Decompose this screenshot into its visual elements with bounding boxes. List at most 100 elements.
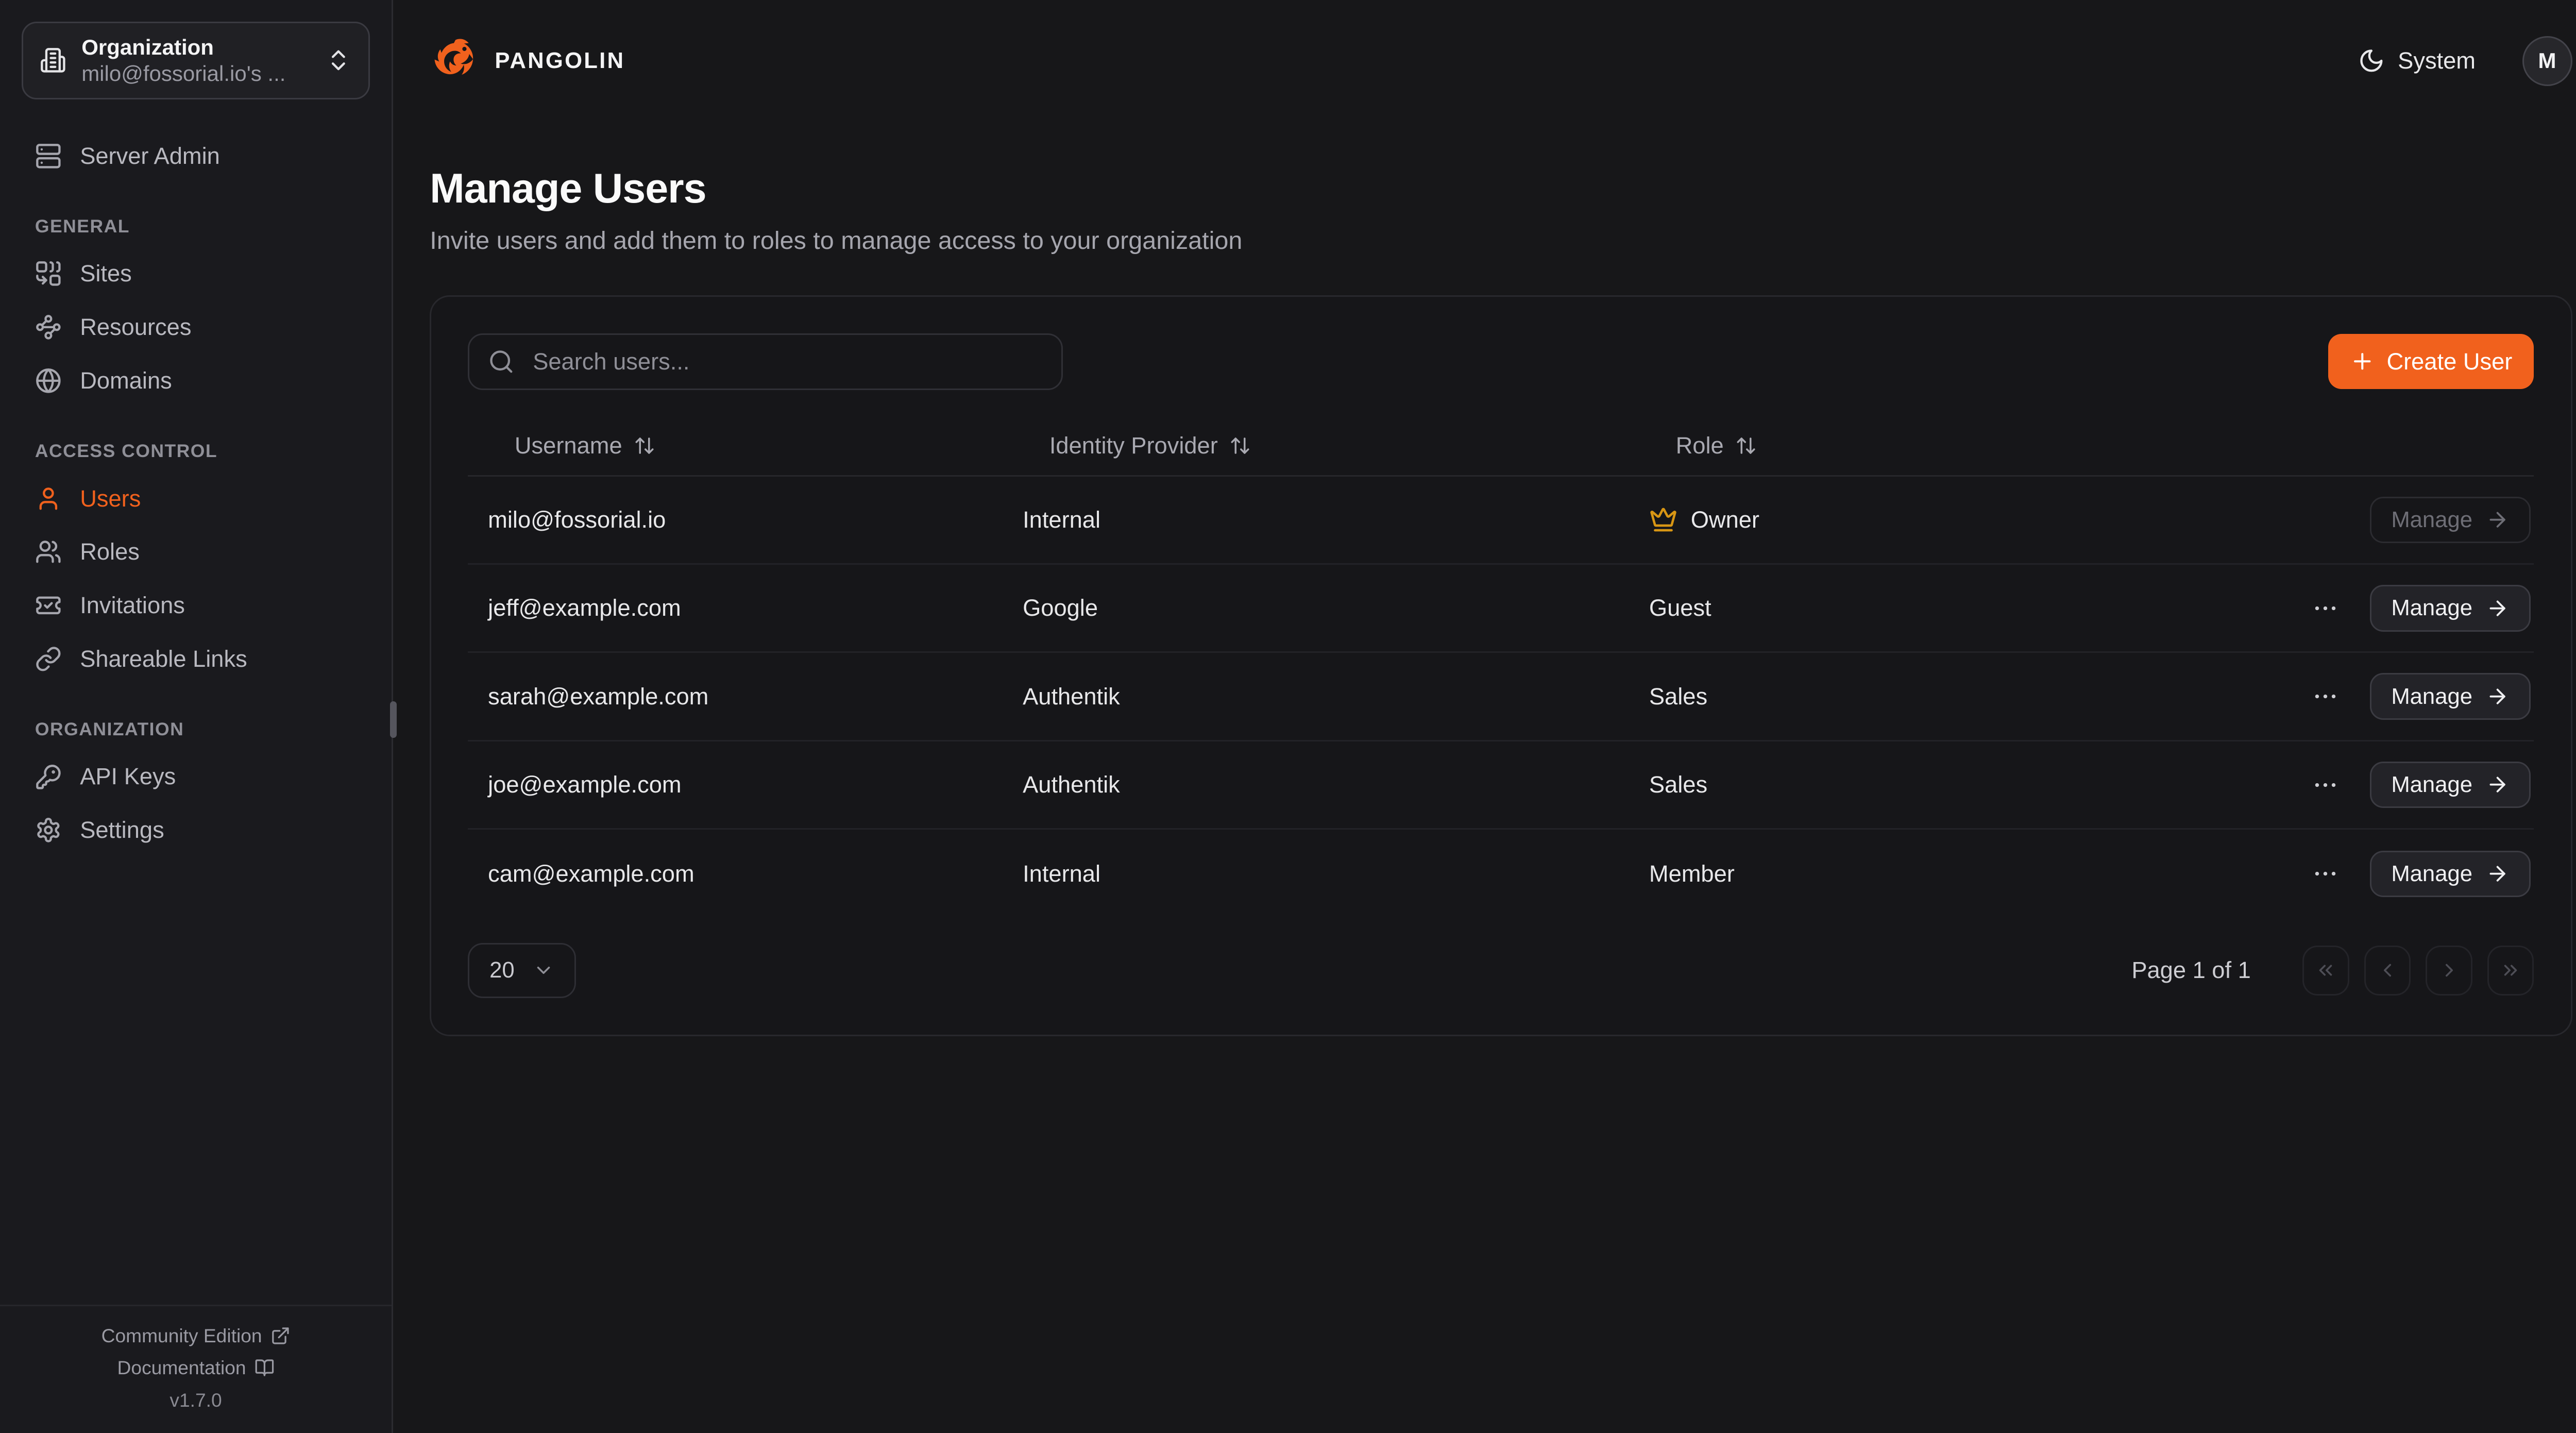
table-footer: 20 Page 1 of 1: [468, 943, 2534, 998]
row-actions: Manage: [2284, 851, 2534, 898]
globe-icon: [35, 367, 62, 394]
moon-icon: [2358, 47, 2385, 74]
cell-role: Sales: [1629, 683, 2284, 710]
pangolin-logo-icon: [430, 36, 480, 86]
key-round-icon: [35, 764, 62, 790]
sidebar: Organization milo@fossorial.io's ... Ser…: [0, 0, 393, 1433]
chevrons-left-icon: [2315, 959, 2336, 981]
chevron-left-icon: [2377, 959, 2398, 981]
chevrons-up-down-icon: [325, 47, 352, 74]
row-actions: Manage: [2284, 497, 2534, 544]
sidebar-item-sites[interactable]: Sites: [22, 247, 370, 300]
sidebar-item-label: Domains: [80, 367, 172, 394]
theme-label: System: [2398, 47, 2476, 74]
table-header-row: Username Identity Provider: [468, 416, 2534, 476]
first-page-button[interactable]: [2302, 946, 2349, 996]
sidebar-nav: Server Admin GENERAL Sites: [22, 129, 370, 857]
version-label: v1.7.0: [170, 1389, 222, 1411]
manage-button[interactable]: Manage: [2370, 762, 2531, 808]
next-page-button[interactable]: [2426, 946, 2472, 996]
cell-username: sarah@example.com: [468, 683, 1003, 710]
sidebar-item-users[interactable]: Users: [22, 472, 370, 526]
search-box: [468, 333, 1062, 390]
sidebar-item-label: API Keys: [80, 763, 176, 790]
sidebar-item-label: Shareable Links: [80, 646, 247, 672]
arrow-up-down-icon: [634, 435, 655, 457]
sidebar-item-label: Users: [80, 485, 141, 512]
row-actions: Manage: [2284, 762, 2534, 808]
sidebar-item-label: Server Admin: [80, 143, 220, 170]
row-menu-button[interactable]: [2311, 594, 2340, 622]
combine-icon: [35, 260, 62, 287]
book-open-icon: [255, 1358, 275, 1378]
page-subtitle: Invite users and add them to roles to ma…: [430, 226, 2572, 255]
sidebar-item-resources[interactable]: Resources: [22, 300, 370, 354]
ticket-check-icon: [35, 592, 62, 619]
sidebar-resize-handle[interactable]: [390, 701, 397, 738]
ellipsis-icon: [2311, 859, 2340, 888]
sidebar-item-roles[interactable]: Roles: [22, 525, 370, 579]
sidebar-item-domains[interactable]: Domains: [22, 354, 370, 408]
row-actions: Manage: [2284, 673, 2534, 720]
plus-icon: [2350, 349, 2375, 374]
page-info: Page 1 of 1: [2131, 957, 2250, 984]
brand: PANGOLIN: [430, 36, 625, 86]
row-actions: Manage: [2284, 585, 2534, 632]
sidebar-item-server-admin[interactable]: Server Admin: [22, 129, 370, 183]
column-header-identity-provider[interactable]: Identity Provider: [1003, 432, 1629, 459]
card-toolbar: Create User: [468, 333, 2534, 390]
table-row: sarah@example.com Authentik Sales: [468, 653, 2534, 741]
cell-identity-provider: Authentik: [1003, 771, 1629, 798]
users-icon: [35, 538, 62, 565]
last-page-button[interactable]: [2487, 946, 2534, 996]
sidebar-item-label: Invitations: [80, 592, 185, 619]
sidebar-section-organization: ORGANIZATION: [22, 719, 370, 740]
column-header-username[interactable]: Username: [468, 432, 1003, 459]
cell-username: milo@fossorial.io: [468, 507, 1003, 533]
community-edition-link[interactable]: Community Edition: [101, 1325, 291, 1347]
page-size-select[interactable]: 20: [468, 943, 576, 998]
manage-button: Manage: [2370, 497, 2531, 544]
crown-icon: [1649, 505, 1677, 534]
create-user-button[interactable]: Create User: [2328, 334, 2534, 389]
sidebar-item-shareable-links[interactable]: Shareable Links: [22, 632, 370, 686]
main-area: PANGOLIN System M Manage Users Invite us…: [393, 0, 2576, 1433]
sidebar-section-access-control: ACCESS CONTROL: [22, 441, 370, 462]
org-selector[interactable]: Organization milo@fossorial.io's ...: [22, 22, 370, 99]
external-link-icon: [270, 1326, 291, 1346]
cell-username: joe@example.com: [468, 771, 1003, 798]
arrow-up-down-icon: [1229, 435, 1251, 457]
user-icon: [35, 485, 62, 512]
cell-username: jeff@example.com: [468, 595, 1003, 621]
search-input[interactable]: [530, 346, 1043, 376]
link-icon: [35, 646, 62, 672]
previous-page-button[interactable]: [2364, 946, 2411, 996]
sidebar-footer: Community Edition Documentation v1.7.0: [0, 1305, 392, 1432]
manage-button[interactable]: Manage: [2370, 673, 2531, 720]
cell-role: Sales: [1629, 771, 2284, 798]
arrow-right-icon: [2486, 773, 2509, 796]
sidebar-item-label: Roles: [80, 538, 140, 565]
row-menu-button[interactable]: [2311, 771, 2340, 799]
theme-toggle-button[interactable]: System: [2348, 46, 2485, 76]
manage-button[interactable]: Manage: [2370, 851, 2531, 898]
sidebar-item-api-keys[interactable]: API Keys: [22, 750, 370, 804]
column-header-role[interactable]: Role: [1629, 432, 2284, 459]
app-window: Organization milo@fossorial.io's ... Ser…: [0, 0, 2576, 1433]
row-menu-button[interactable]: [2311, 682, 2340, 711]
ellipsis-icon: [2311, 771, 2340, 799]
documentation-link[interactable]: Documentation: [117, 1357, 275, 1379]
table-row: cam@example.com Internal Member: [468, 830, 2534, 918]
manage-button[interactable]: Manage: [2370, 585, 2531, 632]
chevron-down-icon: [533, 959, 554, 981]
avatar[interactable]: M: [2522, 36, 2572, 86]
sidebar-item-invitations[interactable]: Invitations: [22, 579, 370, 632]
topbar: PANGOLIN System M: [393, 0, 2576, 122]
cell-role: Guest: [1629, 595, 2284, 621]
users-table: Username Identity Provider: [468, 416, 2534, 918]
row-menu-button[interactable]: [2311, 859, 2340, 888]
sidebar-item-settings[interactable]: Settings: [22, 803, 370, 857]
org-selector-label: Organization: [81, 35, 310, 60]
waypoints-icon: [35, 314, 62, 341]
table-row: milo@fossorial.io Internal Owner Manage: [468, 477, 2534, 565]
